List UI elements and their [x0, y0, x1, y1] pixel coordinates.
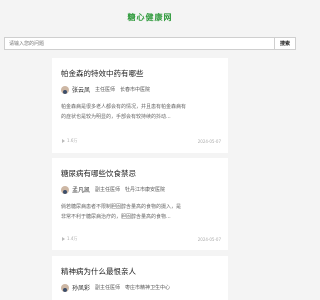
author-hospital: 长春市中医院: [120, 87, 151, 93]
avatar: [61, 283, 69, 292]
excerpt-line: 帕金森病是很多老人都会有的情况，并且患有帕金森病有: [61, 104, 187, 110]
avatar: [61, 85, 69, 94]
author-title: 副主任医师: [95, 285, 121, 291]
article-title[interactable]: 帕金森的特效中药有哪些: [61, 68, 144, 79]
article-excerpt: 帕金森病是很多老人都会有的情况，并且患有帕金森病有 的症状也是较为明显的，手部会…: [61, 102, 221, 122]
author-name: 张云凤: [72, 87, 91, 94]
article-meta: 1.6万 2024-05-07: [61, 138, 221, 144]
excerpt-line: 非常不利于糖尿病治疗的，胆固醇含量高的食物...: [61, 214, 171, 220]
article-card[interactable]: 糖尿病有哪些饮食禁忌 孟凡凯 副主任医师 牡丹江市康安医院 倘若糖尿病患者不限制…: [52, 158, 228, 250]
search-input[interactable]: [4, 37, 274, 50]
author-hospital: 枣庄市精神卫生中心: [125, 285, 171, 291]
avatar: [61, 185, 69, 194]
author-title: 主任医师: [95, 87, 116, 93]
author-title: 副主任医师: [95, 187, 121, 193]
author-info: 孟凡凯 副主任医师 牡丹江市康安医院: [61, 185, 165, 194]
excerpt-line: 倘若糖尿病患者不限制胆固醇含量高的食物的摄入，是: [61, 204, 182, 210]
article-card[interactable]: 精神病为什么最恨亲人 孙凤彩 副主任医师 枣庄市精神卫生中心: [52, 256, 228, 300]
play-icon: [61, 237, 65, 241]
author-hospital: 牡丹江市康安医院: [125, 187, 166, 193]
author-info: 张云凤 主任医师 长春市中医院: [61, 85, 150, 94]
article-card[interactable]: 帕金森的特效中药有哪些 张云凤 主任医师 长春市中医院 帕金森病是很多老人都会有…: [52, 58, 228, 153]
search-bar: 搜索: [4, 37, 296, 50]
article-excerpt: 倘若糖尿病患者不限制胆固醇含量高的食物的摄入，是 非常不利于糖尿病治疗的，胆固醇…: [61, 202, 221, 222]
article-title[interactable]: 精神病为什么最恨亲人: [61, 266, 136, 277]
article-meta: 1.4万 2024-05-07: [61, 236, 221, 242]
author-name: 孙凤彩: [72, 285, 91, 292]
play-icon: [61, 139, 65, 143]
publish-date: 2024-05-07: [197, 236, 221, 242]
publish-date: 2024-05-07: [197, 138, 221, 144]
site-logo[interactable]: 糖心健康网: [0, 12, 300, 30]
view-count: 1.4万: [67, 236, 78, 241]
view-count: 1.6万: [67, 138, 78, 143]
excerpt-line: 的症状也是较为明显的，手部会有较持续的抖动...: [61, 114, 171, 120]
author-info: 孙凤彩 副主任医师 枣庄市精神卫生中心: [61, 283, 170, 292]
search-button[interactable]: 搜索: [274, 37, 296, 50]
article-title[interactable]: 糖尿病有哪些饮食禁忌: [61, 168, 136, 179]
author-name: 孟凡凯: [72, 187, 91, 194]
